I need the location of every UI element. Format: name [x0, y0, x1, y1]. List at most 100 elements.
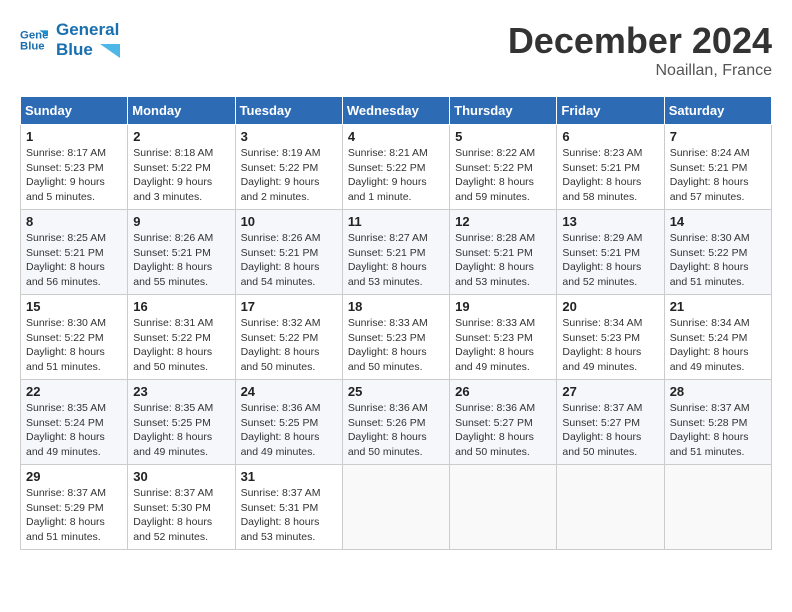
logo: General Blue General Blue [20, 20, 120, 61]
logo-text-general: General [56, 20, 120, 40]
calendar-cell: 16 Sunrise: 8:31 AM Sunset: 5:22 PM Dayli… [128, 295, 235, 380]
day-number: 17 [241, 299, 337, 314]
calendar-week-row: 22Sunrise: 8:35 AM Sunset: 5:24 PM Dayli… [21, 380, 772, 465]
day-info: Sunrise: 8:17 AM Sunset: 5:23 PM Dayligh… [26, 146, 122, 205]
calendar-cell: 18Sunrise: 8:33 AM Sunset: 5:23 PM Dayli… [342, 295, 449, 380]
day-number: 25 [348, 384, 444, 399]
calendar-cell: 25 Sunrise: 8:36 AM Sunset: 5:26 PM Dayli… [342, 380, 449, 465]
calendar-cell: 7 Sunrise: 8:24 AM Sunset: 5:21 PM Daylig… [664, 125, 771, 210]
day-info: Sunrise: 8:27 AM Sunset: 5:21 PM Dayligh… [348, 231, 444, 290]
calendar-cell: 19 Sunrise: 8:33 AM Sunset: 5:23 PM Dayli… [450, 295, 557, 380]
day-number: 14 [670, 214, 766, 229]
logo-text-blue: Blue [56, 40, 120, 60]
calendar-cell: 5Sunrise: 8:22 AM Sunset: 5:22 PM Daylig… [450, 125, 557, 210]
calendar-cell: 10 Sunrise: 8:26 AM Sunset: 5:21 PM Dayli… [235, 210, 342, 295]
weekday-header-row: SundayMondayTuesdayWednesdayThursdayFrid… [21, 97, 772, 125]
day-info: Sunrise: 8:37 AM Sunset: 5:28 PM Dayligh… [670, 401, 766, 460]
day-number: 23 [133, 384, 229, 399]
day-number: 29 [26, 469, 122, 484]
calendar-cell: 15Sunrise: 8:30 AM Sunset: 5:22 PM Dayli… [21, 295, 128, 380]
day-info: Sunrise: 8:21 AM Sunset: 5:22 PM Dayligh… [348, 146, 444, 205]
day-number: 7 [670, 129, 766, 144]
calendar-cell: 29 Sunrise: 8:37 AM Sunset: 5:29 PM Dayli… [21, 465, 128, 550]
day-info: Sunrise: 8:36 AM Sunset: 5:25 PM Dayligh… [241, 401, 337, 460]
calendar-cell: 22Sunrise: 8:35 AM Sunset: 5:24 PM Dayli… [21, 380, 128, 465]
calendar-cell: 28 Sunrise: 8:37 AM Sunset: 5:28 PM Dayli… [664, 380, 771, 465]
day-info: Sunrise: 8:33 AM Sunset: 5:23 PM Dayligh… [348, 316, 444, 375]
weekday-header-monday: Monday [128, 97, 235, 125]
calendar-cell [664, 465, 771, 550]
day-info: Sunrise: 8:26 AM Sunset: 5:21 PM Dayligh… [241, 231, 337, 290]
calendar-cell: 2 Sunrise: 8:18 AM Sunset: 5:22 PM Daylig… [128, 125, 235, 210]
calendar-cell: 20 Sunrise: 8:34 AM Sunset: 5:23 PM Dayli… [557, 295, 664, 380]
calendar-cell [557, 465, 664, 550]
calendar-week-row: 15Sunrise: 8:30 AM Sunset: 5:22 PM Dayli… [21, 295, 772, 380]
calendar-cell: 27Sunrise: 8:37 AM Sunset: 5:27 PM Dayli… [557, 380, 664, 465]
calendar-cell: 30 Sunrise: 8:37 AM Sunset: 5:30 PM Dayli… [128, 465, 235, 550]
day-info: Sunrise: 8:35 AM Sunset: 5:24 PM Dayligh… [26, 401, 122, 460]
calendar-week-row: 8 Sunrise: 8:25 AM Sunset: 5:21 PM Daylig… [21, 210, 772, 295]
day-info: Sunrise: 8:32 AM Sunset: 5:22 PM Dayligh… [241, 316, 337, 375]
day-number: 4 [348, 129, 444, 144]
day-info: Sunrise: 8:36 AM Sunset: 5:27 PM Dayligh… [455, 401, 551, 460]
calendar-cell: 6 Sunrise: 8:23 AM Sunset: 5:21 PM Daylig… [557, 125, 664, 210]
day-info: Sunrise: 8:37 AM Sunset: 5:29 PM Dayligh… [26, 486, 122, 545]
calendar-cell: 8 Sunrise: 8:25 AM Sunset: 5:21 PM Daylig… [21, 210, 128, 295]
day-number: 21 [670, 299, 766, 314]
day-number: 8 [26, 214, 122, 229]
calendar-cell: 31 Sunrise: 8:37 AM Sunset: 5:31 PM Dayli… [235, 465, 342, 550]
calendar-cell: 21 Sunrise: 8:34 AM Sunset: 5:24 PM Dayli… [664, 295, 771, 380]
calendar-cell [450, 465, 557, 550]
day-info: Sunrise: 8:36 AM Sunset: 5:26 PM Dayligh… [348, 401, 444, 460]
calendar-cell: 3 Sunrise: 8:19 AM Sunset: 5:22 PM Daylig… [235, 125, 342, 210]
calendar-cell: 26 Sunrise: 8:36 AM Sunset: 5:27 PM Dayli… [450, 380, 557, 465]
day-info: Sunrise: 8:24 AM Sunset: 5:21 PM Dayligh… [670, 146, 766, 205]
day-number: 20 [562, 299, 658, 314]
calendar-cell: 24Sunrise: 8:36 AM Sunset: 5:25 PM Dayli… [235, 380, 342, 465]
day-number: 26 [455, 384, 551, 399]
day-info: Sunrise: 8:33 AM Sunset: 5:23 PM Dayligh… [455, 316, 551, 375]
weekday-header-sunday: Sunday [21, 97, 128, 125]
weekday-header-wednesday: Wednesday [342, 97, 449, 125]
calendar-cell: 1 Sunrise: 8:17 AM Sunset: 5:23 PM Daylig… [21, 125, 128, 210]
month-title: December 2024 [508, 20, 772, 62]
day-info: Sunrise: 8:34 AM Sunset: 5:24 PM Dayligh… [670, 316, 766, 375]
calendar-cell [342, 465, 449, 550]
day-number: 3 [241, 129, 337, 144]
day-number: 28 [670, 384, 766, 399]
day-info: Sunrise: 8:23 AM Sunset: 5:21 PM Dayligh… [562, 146, 658, 205]
calendar-cell: 11 Sunrise: 8:27 AM Sunset: 5:21 PM Dayli… [342, 210, 449, 295]
weekday-header-friday: Friday [557, 97, 664, 125]
day-number: 13 [562, 214, 658, 229]
location: Noaillan, France [508, 62, 772, 80]
day-number: 31 [241, 469, 337, 484]
day-number: 15 [26, 299, 122, 314]
day-number: 6 [562, 129, 658, 144]
day-info: Sunrise: 8:37 AM Sunset: 5:30 PM Dayligh… [133, 486, 229, 545]
day-info: Sunrise: 8:34 AM Sunset: 5:23 PM Dayligh… [562, 316, 658, 375]
day-info: Sunrise: 8:22 AM Sunset: 5:22 PM Dayligh… [455, 146, 551, 205]
day-number: 1 [26, 129, 122, 144]
title-block: December 2024 Noaillan, France [508, 20, 772, 80]
day-info: Sunrise: 8:26 AM Sunset: 5:21 PM Dayligh… [133, 231, 229, 290]
calendar-cell: 13 Sunrise: 8:29 AM Sunset: 5:21 PM Dayli… [557, 210, 664, 295]
calendar-week-row: 1 Sunrise: 8:17 AM Sunset: 5:23 PM Daylig… [21, 125, 772, 210]
day-info: Sunrise: 8:37 AM Sunset: 5:27 PM Dayligh… [562, 401, 658, 460]
day-info: Sunrise: 8:30 AM Sunset: 5:22 PM Dayligh… [670, 231, 766, 290]
day-number: 2 [133, 129, 229, 144]
day-info: Sunrise: 8:18 AM Sunset: 5:22 PM Dayligh… [133, 146, 229, 205]
day-number: 16 [133, 299, 229, 314]
day-number: 11 [348, 214, 444, 229]
day-info: Sunrise: 8:37 AM Sunset: 5:31 PM Dayligh… [241, 486, 337, 545]
day-number: 9 [133, 214, 229, 229]
day-info: Sunrise: 8:19 AM Sunset: 5:22 PM Dayligh… [241, 146, 337, 205]
day-info: Sunrise: 8:31 AM Sunset: 5:22 PM Dayligh… [133, 316, 229, 375]
day-number: 19 [455, 299, 551, 314]
day-number: 10 [241, 214, 337, 229]
day-info: Sunrise: 8:25 AM Sunset: 5:21 PM Dayligh… [26, 231, 122, 290]
day-info: Sunrise: 8:35 AM Sunset: 5:25 PM Dayligh… [133, 401, 229, 460]
calendar-cell: 9 Sunrise: 8:26 AM Sunset: 5:21 PM Daylig… [128, 210, 235, 295]
calendar-table: SundayMondayTuesdayWednesdayThursdayFrid… [20, 96, 772, 550]
day-number: 30 [133, 469, 229, 484]
day-info: Sunrise: 8:29 AM Sunset: 5:21 PM Dayligh… [562, 231, 658, 290]
